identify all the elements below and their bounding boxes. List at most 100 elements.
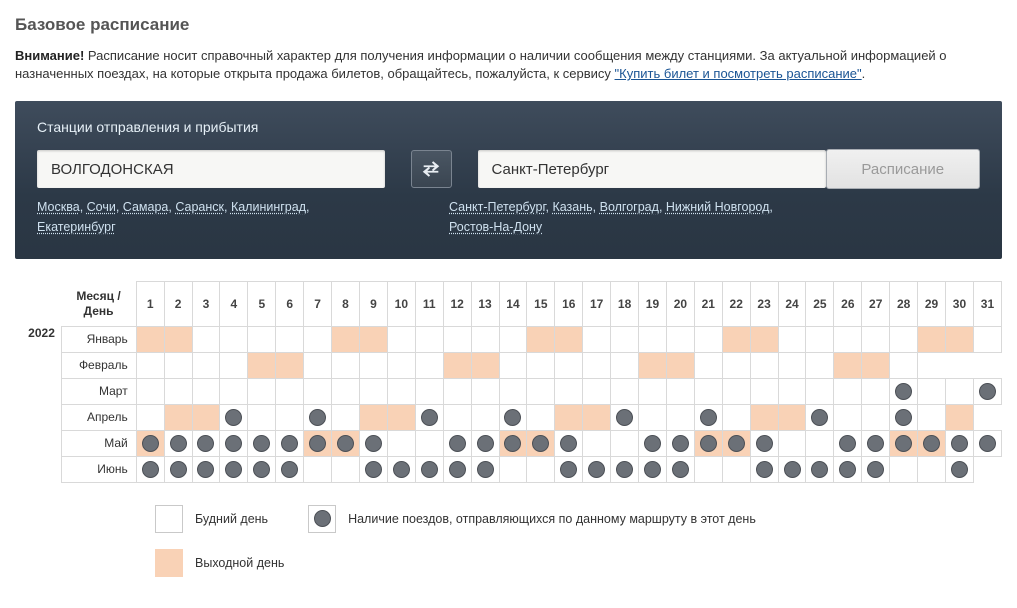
train-dot-icon [839, 435, 856, 452]
city-link[interactable]: Саранск [175, 200, 224, 214]
cal-day-header: 9 [359, 282, 387, 327]
cal-day-cell [415, 352, 443, 378]
city-link[interactable]: Калининград [231, 200, 306, 214]
cal-day-cell [443, 326, 471, 352]
cal-day-cell [499, 404, 527, 430]
cal-day-cell [918, 378, 946, 404]
cal-day-cell [694, 326, 722, 352]
city-link[interactable]: Казань [552, 200, 592, 214]
cal-day-header: 15 [527, 282, 555, 327]
cal-day-cell [276, 430, 304, 456]
train-dot-icon [588, 461, 605, 478]
legend-weekend-label: Выходной день [195, 556, 284, 570]
cal-day-cell [555, 430, 583, 456]
cal-day-cell [220, 404, 248, 430]
train-dot-icon [225, 409, 242, 426]
cal-day-cell [304, 404, 332, 430]
cal-day-cell [248, 404, 276, 430]
cal-day-cell [248, 430, 276, 456]
train-dot-icon [532, 435, 549, 452]
cal-day-cell [443, 378, 471, 404]
cal-day-cell [918, 456, 946, 482]
cal-day-header: 19 [639, 282, 667, 327]
cal-day-header: 5 [248, 282, 276, 327]
cal-day-cell [722, 326, 750, 352]
train-dot-icon [197, 461, 214, 478]
cal-day-cell [666, 378, 694, 404]
swap-button[interactable] [411, 150, 452, 188]
cal-day-cell [834, 430, 862, 456]
train-dot-icon [449, 435, 466, 452]
cal-day-cell [611, 456, 639, 482]
city-link[interactable]: Екатеринбург [37, 220, 116, 234]
city-link[interactable]: Санкт-Петербург [449, 200, 546, 214]
cal-day-cell [387, 352, 415, 378]
cal-day-header: 20 [666, 282, 694, 327]
cal-day-cell [778, 430, 806, 456]
calendar: Месяц / День1234567891011121314151617181… [15, 281, 1002, 483]
cal-day-cell [694, 352, 722, 378]
cal-day-cell [527, 430, 555, 456]
cal-day-cell [136, 456, 164, 482]
city-link[interactable]: Самара [123, 200, 169, 214]
cal-day-cell [136, 430, 164, 456]
train-dot-icon [560, 461, 577, 478]
train-dot-icon [644, 435, 661, 452]
cal-day-cell [387, 456, 415, 482]
cal-day-cell [611, 326, 639, 352]
cal-day-cell [276, 326, 304, 352]
cal-day-cell [611, 430, 639, 456]
cal-day-cell [583, 326, 611, 352]
cal-month-name: Май [61, 430, 136, 456]
train-dot-icon [811, 409, 828, 426]
train-dot-icon [421, 461, 438, 478]
cal-day-cell [583, 430, 611, 456]
train-dot-icon [504, 409, 521, 426]
schedule-button[interactable]: Расписание [826, 149, 981, 189]
train-dot-icon [365, 435, 382, 452]
from-station-input[interactable] [37, 150, 385, 188]
train-dot-icon [504, 435, 521, 452]
notice-link[interactable]: "Купить билет и посмотреть расписание" [615, 66, 862, 81]
cal-day-cell [722, 378, 750, 404]
cal-day-header: 10 [387, 282, 415, 327]
cal-day-cell [304, 456, 332, 482]
cal-day-cell [415, 456, 443, 482]
cal-day-cell [890, 456, 918, 482]
to-station-input[interactable] [478, 150, 826, 188]
search-row: Расписание [37, 149, 980, 189]
notice-strong: Внимание! [15, 48, 84, 63]
city-link[interactable]: Сочи [87, 200, 116, 214]
cal-day-cell [164, 352, 192, 378]
city-link[interactable]: Нижний Новгород [666, 200, 770, 214]
cal-day-cell [332, 352, 360, 378]
cal-day-cell [192, 430, 220, 456]
cal-day-cell [248, 352, 276, 378]
search-panel-title: Станции отправления и прибытия [37, 119, 980, 135]
city-link[interactable]: Ростов-На-Дону [449, 220, 542, 234]
legend-weekend: Выходной день [155, 549, 284, 577]
cal-day-cell [666, 430, 694, 456]
cal-day-cell [666, 404, 694, 430]
cal-day-cell [164, 404, 192, 430]
city-link[interactable]: Волгоград [600, 200, 659, 214]
cal-day-cell [918, 430, 946, 456]
cal-day-cell [750, 430, 778, 456]
cal-day-header: 30 [946, 282, 974, 327]
cal-day-cell [359, 352, 387, 378]
cal-day-header: 13 [471, 282, 499, 327]
cal-day-cell [192, 326, 220, 352]
cal-day-cell [220, 326, 248, 352]
city-link[interactable]: Москва [37, 200, 80, 214]
cal-day-cell [918, 404, 946, 430]
legend-train: Наличие поездов, отправляющихся по данно… [308, 505, 756, 533]
cal-day-cell [332, 404, 360, 430]
cal-day-cell [862, 326, 890, 352]
train-dot-icon [170, 435, 187, 452]
cal-day-cell [834, 456, 862, 482]
cal-day-cell [220, 456, 248, 482]
cal-day-cell [722, 430, 750, 456]
cal-day-cell [806, 456, 834, 482]
cal-day-cell [778, 404, 806, 430]
cal-day-cell [583, 352, 611, 378]
